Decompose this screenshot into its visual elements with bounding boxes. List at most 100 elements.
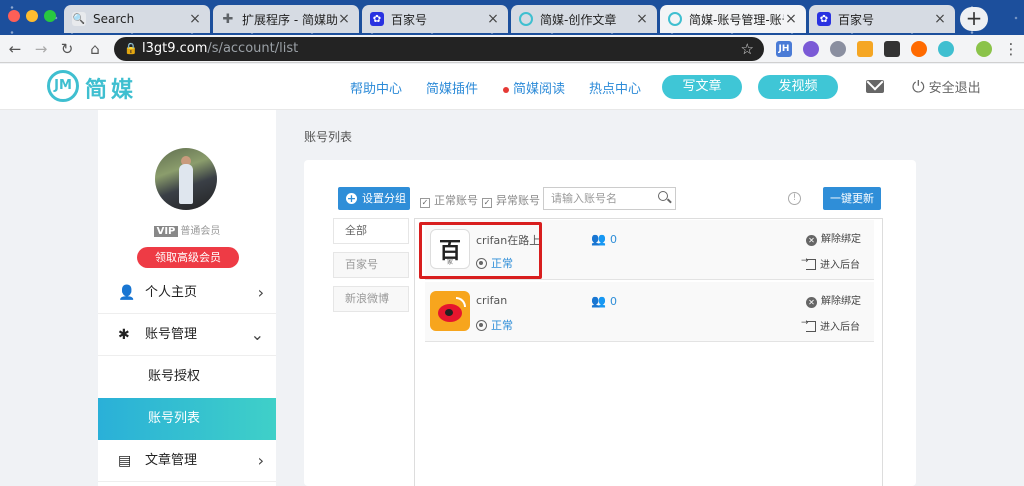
checkbox-icon: ✓ <box>420 198 430 208</box>
extension-circle-icon[interactable] <box>803 41 819 57</box>
users-icon: 👥 <box>591 232 606 246</box>
account-fans: 👥 0 <box>591 232 617 246</box>
unbind-button[interactable]: ✕ 解除绑定 <box>806 292 861 308</box>
nav-help-center[interactable]: 帮助中心 <box>350 78 402 97</box>
browser-tab-search[interactable]: 🔍 Search × <box>64 5 210 33</box>
extension-grid-icon[interactable] <box>857 41 873 57</box>
vip-badge: VIP <box>153 226 179 237</box>
profile-avatar-icon[interactable] <box>976 41 992 57</box>
extension-react-icon[interactable] <box>830 41 846 57</box>
extension-jianmei-icon[interactable] <box>938 41 954 57</box>
logout-button[interactable]: ⏻ 安全退出 <box>912 77 981 97</box>
tab-title: Search <box>93 12 135 26</box>
mail-icon[interactable] <box>866 80 884 93</box>
user-icon: 👤 <box>118 285 136 301</box>
close-circle-icon: ✕ <box>806 297 817 308</box>
member-level: 普通会员 <box>180 226 221 237</box>
post-video-button[interactable]: 发视频 <box>758 75 838 99</box>
new-dot-icon <box>503 86 509 93</box>
weibo-logo-icon <box>430 291 470 331</box>
close-icon[interactable]: × <box>635 11 649 27</box>
annotation-highlight <box>419 222 542 279</box>
close-icon[interactable]: × <box>337 11 351 27</box>
account-row: crifan 正常 👥0 ✕解除绑定 进入后台 <box>425 282 874 342</box>
new-tab-button[interactable]: + <box>960 7 988 31</box>
account-name: crifan <box>476 294 508 307</box>
close-window-button[interactable] <box>8 10 20 22</box>
filter-baijiahao[interactable]: 百家号 <box>333 252 409 278</box>
nav-plugin[interactable]: 简媒插件 <box>426 78 478 97</box>
menu-dots-icon[interactable]: ⋮ <box>1002 40 1020 58</box>
chevron-down-icon: ⌄ <box>250 325 264 344</box>
sidebar-item-account-manage[interactable]: ✱ 账号管理 ⌄ <box>98 314 276 356</box>
upgrade-member-button[interactable]: 领取高级会员 <box>137 247 239 268</box>
extension-block-icon[interactable] <box>911 41 927 57</box>
tab-title: 百家号 <box>838 12 875 27</box>
nav-reading[interactable]: 简媒阅读 <box>503 78 565 97</box>
normal-account-checkbox[interactable]: ✓ 正常账号 <box>420 192 478 208</box>
bookmark-star-icon[interactable]: ☆ <box>741 37 754 61</box>
forward-icon[interactable]: → <box>32 40 50 58</box>
chevron-right-icon: › <box>257 283 264 302</box>
account-search-input[interactable] <box>543 187 676 210</box>
tab-title: 扩展程序 - 简媒助手 <box>242 12 337 27</box>
puzzle-icon: ✚ <box>222 11 234 27</box>
logo-text[interactable]: 简媒 <box>85 72 137 104</box>
back-icon[interactable]: ← <box>6 40 24 58</box>
search-icon: 🔍 <box>72 12 86 26</box>
write-article-button[interactable]: 写文章 <box>662 75 742 99</box>
browser-tab-extensions[interactable]: ✚ 扩展程序 - 简媒助手 × <box>213 5 359 33</box>
sidebar-item-account-auth[interactable]: 账号授权 <box>98 356 276 398</box>
sidebar-item-profile[interactable]: 👤 个人主页 › <box>98 272 276 314</box>
close-icon[interactable]: × <box>486 11 500 27</box>
abnormal-account-checkbox[interactable]: ✓ 异常账号 <box>482 192 540 208</box>
sidebar: VIP 普通会员 领取高级会员 👤 个人主页 › ✱ 账号管理 ⌄ 账号授权 账号… <box>98 110 276 486</box>
filter-weibo[interactable]: 新浪微博 <box>333 286 409 312</box>
document-icon: ▤ <box>118 453 132 469</box>
browser-tab-baijiahao-2[interactable]: ✿ 百家号 × <box>809 5 955 33</box>
lock-icon: 🔒 <box>124 42 138 55</box>
reload-icon[interactable]: ↻ <box>58 40 76 58</box>
logo-icon[interactable]: JM <box>47 70 79 102</box>
minimize-window-button[interactable] <box>26 10 38 22</box>
extension-jh-icon[interactable]: JH <box>776 41 792 57</box>
page-title: 账号列表 <box>304 130 353 144</box>
normal-account-label: 正常账号 <box>434 194 478 207</box>
filter-all[interactable]: 全部 <box>333 218 409 244</box>
sidebar-item-account-list[interactable]: 账号列表 <box>98 398 276 440</box>
paw-icon: ✿ <box>370 12 384 26</box>
browser-tab-baijiahao[interactable]: ✿ 百家号 × <box>362 5 508 33</box>
url-host: l3gt9.com <box>142 41 208 56</box>
site-header: JM 简媒 帮助中心 简媒插件 简媒阅读 热点中心 写文章 发视频 ⏻ 安全退出 <box>0 64 1024 110</box>
info-icon[interactable]: ! <box>788 192 801 205</box>
chevron-right-icon: › <box>257 451 264 470</box>
member-info: VIP 普通会员 <box>98 222 276 237</box>
home-icon[interactable]: ⌂ <box>86 40 104 58</box>
refresh-all-button[interactable]: 一键更新 <box>823 187 881 210</box>
close-icon[interactable]: × <box>188 11 202 27</box>
set-group-button[interactable]: + 设置分组 <box>338 187 410 210</box>
extension-qr-icon[interactable] <box>884 41 900 57</box>
sidebar-item-article-manage[interactable]: ▤ 文章管理 › <box>98 440 276 482</box>
nav-hot-center[interactable]: 热点中心 <box>589 78 641 97</box>
login-icon <box>801 318 816 332</box>
url-field[interactable]: 🔒 l3gt9.com/s/account/list ☆ <box>114 37 764 61</box>
browser-tab-create-article[interactable]: 简媒-创作文章 × <box>511 5 657 33</box>
unbind-button[interactable]: ✕ 解除绑定 <box>806 230 861 246</box>
maximize-window-button[interactable] <box>44 10 56 22</box>
close-icon[interactable]: × <box>933 11 947 27</box>
nav-reading-label: 简媒阅读 <box>513 82 566 97</box>
avatar[interactable] <box>155 148 217 210</box>
plus-icon: + <box>346 192 357 205</box>
set-group-label: 设置分组 <box>362 192 406 205</box>
enter-backend-button[interactable]: 进入后台 <box>801 256 860 271</box>
sidebar-item-label: 个人主页 <box>145 285 198 300</box>
tab-title: 简媒-创作文章 <box>540 12 617 27</box>
close-circle-icon: ✕ <box>806 235 817 246</box>
url-path: /s/account/list <box>207 41 299 56</box>
browser-tab-account-manage[interactable]: 简媒-账号管理-账号 × <box>660 5 806 33</box>
close-icon[interactable]: × <box>784 11 798 27</box>
enter-backend-button[interactable]: 进入后台 <box>801 318 860 333</box>
platform-filter: 全部 百家号 新浪微博 <box>333 218 415 486</box>
search-icon[interactable] <box>658 191 668 201</box>
